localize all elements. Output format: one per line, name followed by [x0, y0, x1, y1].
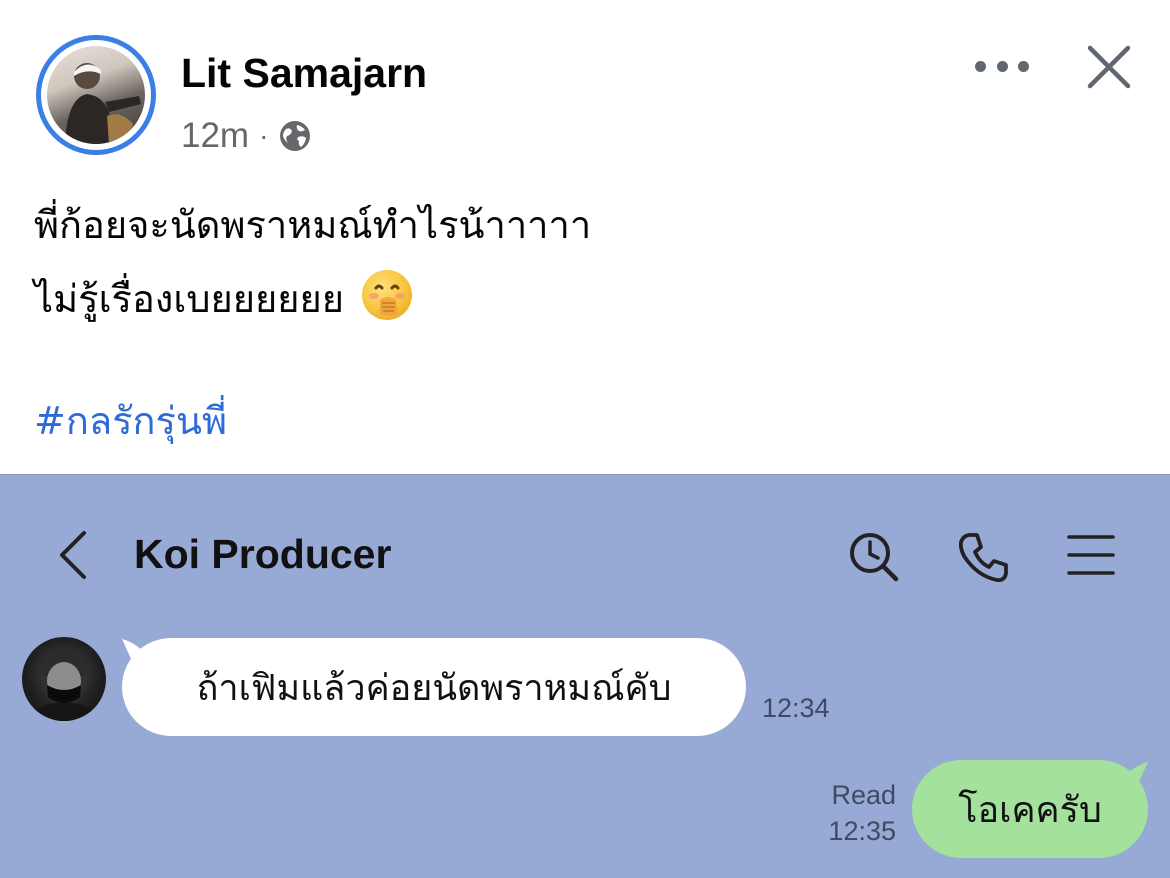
meta-separator: ·: [259, 120, 269, 151]
outgoing-message-meta: Read 12:35: [820, 777, 896, 849]
close-icon[interactable]: [1084, 42, 1134, 92]
phone-icon: [958, 533, 1008, 583]
post-text: พี่ก้อยจะนัดพราหมณ์ทำไรน้าาาาา ไม่รู้เรื…: [34, 188, 591, 336]
chat-contact-name: Koi Producer: [134, 531, 392, 577]
menu-icon: [1067, 535, 1115, 575]
profile-avatar[interactable]: [36, 35, 156, 155]
post-time[interactable]: 12m: [181, 116, 249, 156]
post-line-1: พี่ก้อยจะนัดพราหมณ์ทำไรน้าาาาา: [34, 203, 592, 247]
hashtag-link[interactable]: #กลรักรุ่นพี่: [34, 390, 227, 451]
post-line-2-wrap: ไม่รู้เรื่องเบยยยยยย: [34, 262, 591, 336]
outgoing-message-bubble: โอเคครับ: [912, 760, 1148, 858]
more-options-icon[interactable]: [975, 52, 1029, 80]
outgoing-message-text: โอเคครับ: [958, 789, 1102, 831]
read-status: Read: [831, 780, 896, 810]
chat-screenshot-image[interactable]: Koi Producer ถ้าเฟิมแล้วค่อยนัดพราหมณ์คั…: [0, 474, 1170, 878]
avatar-photo: [47, 46, 145, 144]
author-name[interactable]: Lit Samajarn: [181, 50, 427, 97]
post-meta: 12m ·: [181, 114, 312, 158]
incoming-message-text: ถ้าเฟิมแล้วค่อยนัดพราหมณ์คับ: [196, 667, 672, 709]
back-chevron-icon: [60, 531, 86, 579]
contact-avatar: [22, 637, 106, 721]
incoming-message-bubble: ถ้าเฟิมแล้วค่อยนัดพราหมณ์คับ: [122, 638, 746, 736]
incoming-message-time: 12:34: [762, 693, 830, 723]
search-history-icon: [850, 533, 899, 582]
hand-over-mouth-emoji-icon: [362, 270, 413, 320]
outgoing-message-time: 12:35: [828, 816, 896, 846]
globe-icon[interactable]: [278, 119, 312, 153]
post-line-2: ไม่รู้เรื่องเบยยยยยย: [34, 277, 345, 321]
